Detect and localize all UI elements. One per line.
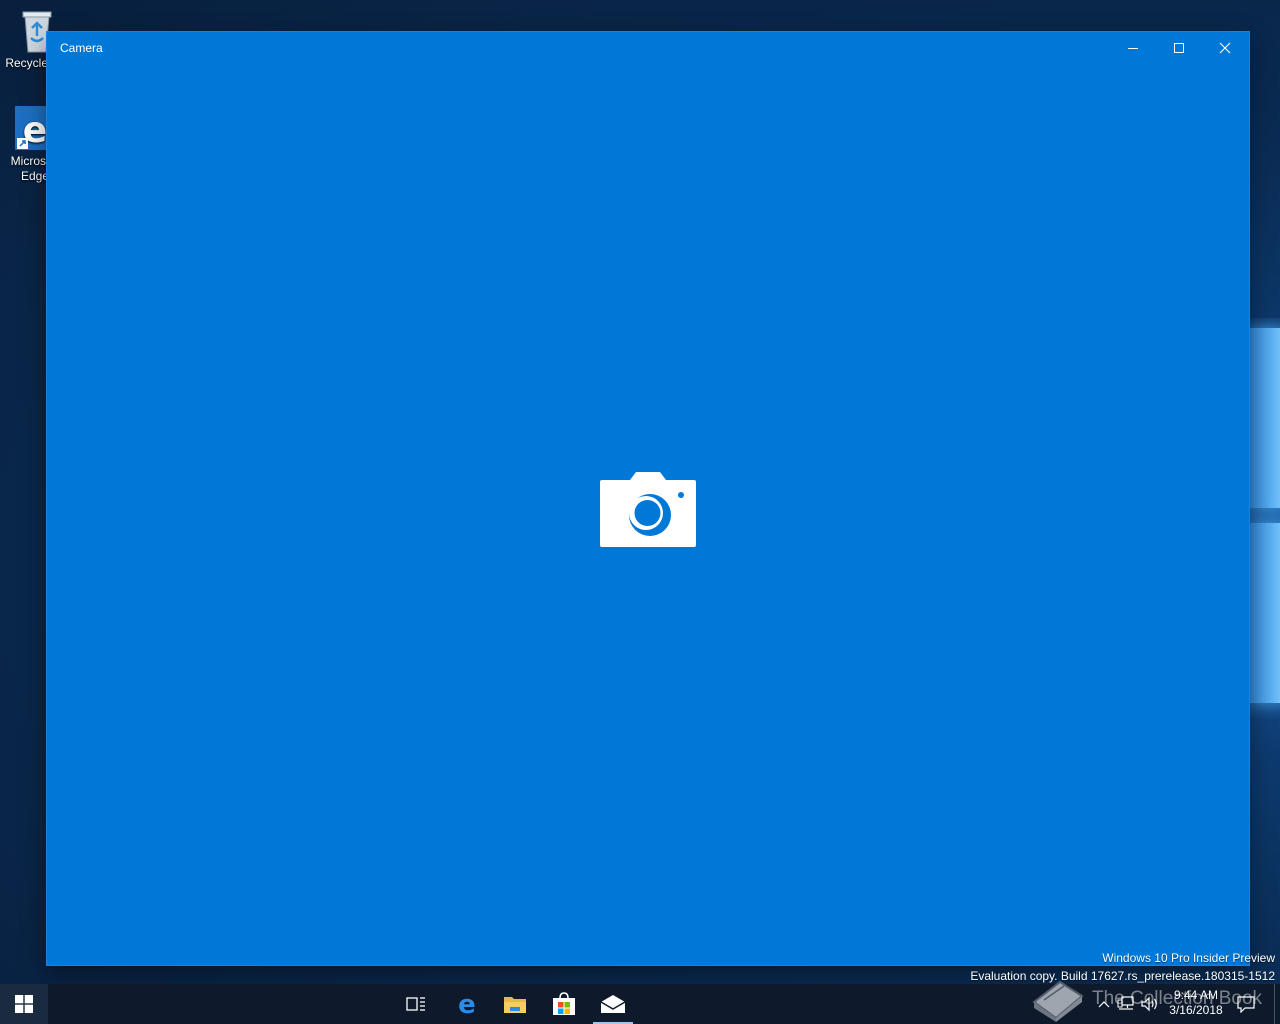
minimize-icon (1128, 47, 1138, 49)
windows-logo-icon (15, 995, 33, 1013)
task-view-button[interactable] (392, 984, 440, 1024)
build-watermark: Evaluation copy. Build 17627.rs_prerelea… (970, 969, 1275, 983)
taskbar: e 9:44 AM 3/16/2018 (0, 984, 1280, 1024)
show-desktop-button[interactable] (1274, 984, 1280, 1024)
mail-icon (600, 995, 626, 1013)
book-logo-icon (1030, 976, 1086, 1022)
taskbar-mail-button[interactable] (589, 984, 637, 1024)
edge-icon: e (458, 992, 476, 1016)
start-button[interactable] (0, 984, 48, 1024)
title-bar[interactable]: Camera (47, 32, 1249, 63)
window-title: Camera (60, 41, 103, 55)
close-button[interactable] (1202, 32, 1248, 63)
minimize-button[interactable] (1110, 32, 1156, 63)
maximize-icon (1174, 42, 1184, 53)
camera-splash (600, 472, 696, 548)
taskbar-file-explorer-button[interactable] (491, 984, 539, 1024)
camera-window: Camera (47, 32, 1249, 965)
close-icon (1219, 42, 1231, 53)
taskbar-store-button[interactable] (540, 984, 588, 1024)
edition-watermark: Windows 10 Pro Insider Preview (1102, 951, 1275, 965)
task-view-icon (406, 997, 425, 1011)
taskbar-edge-button[interactable]: e (443, 984, 491, 1024)
overlay-brand-text: The Collection Book (1092, 988, 1263, 1009)
desktop: Recycle Bin e Microsoft Edge Camera Wind… (0, 0, 1280, 1024)
folder-icon (504, 997, 526, 1013)
camera-icon (600, 472, 696, 547)
svg-text:e: e (458, 992, 476, 1016)
store-icon (553, 992, 575, 1015)
maximize-button[interactable] (1156, 32, 1202, 63)
wallpaper-windows-logo (1249, 318, 1280, 718)
